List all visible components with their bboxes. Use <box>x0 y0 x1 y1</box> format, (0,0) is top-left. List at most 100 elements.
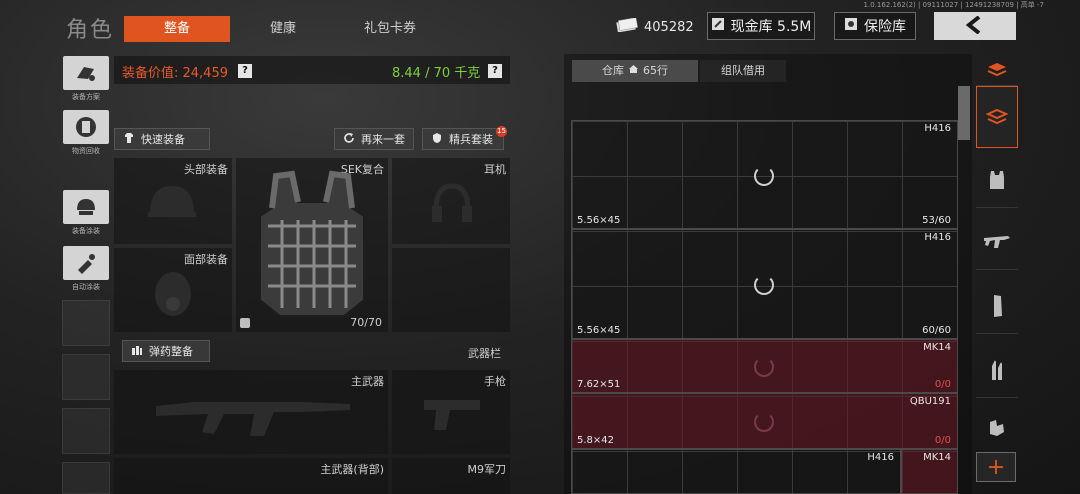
head-slot[interactable]: 头部装备 <box>114 158 232 244</box>
tab-team-borrow[interactable]: 组队借用 <box>700 60 786 82</box>
banknote-icon <box>616 17 639 36</box>
slot-label: 手枪 <box>484 375 506 388</box>
side-label: 装备方案 <box>72 93 100 101</box>
weapons-bar-label: 武器栏 <box>468 347 501 360</box>
recycle-button[interactable]: 物资回收 <box>62 110 110 156</box>
elite-set-button[interactable]: 精兵套装 <box>422 128 504 150</box>
notification-badge: 15 <box>496 126 507 137</box>
ammo-label: 弹药整备 <box>149 345 193 358</box>
tab-warehouse[interactable]: 仓库 65行 <box>572 60 698 82</box>
face-slot[interactable]: 面部装备 <box>114 248 232 332</box>
item-name: H416 <box>924 232 951 243</box>
quick-equip-label: 快速装备 <box>141 133 185 146</box>
cash-vault-button[interactable]: 现金库 5.5M <box>707 12 815 40</box>
quick-equip-button[interactable]: 快速装备 <box>114 128 210 150</box>
warehouse-label: 仓库 <box>602 64 624 77</box>
item-caliber: 5.56×45 <box>577 215 621 226</box>
tab-health[interactable]: 健康 <box>236 16 330 42</box>
pistol-slot[interactable]: 手枪 <box>392 370 510 454</box>
safe-icon <box>844 17 858 35</box>
assault-rifle-icon <box>156 402 350 436</box>
item-name: MK14 <box>923 452 951 463</box>
auto-skin-button[interactable]: 自动涂装 <box>62 246 110 292</box>
rifle-icon <box>984 235 1010 248</box>
headset-icon <box>432 183 472 222</box>
cash-vault-label: 现金库 5.5M <box>730 19 812 35</box>
item-name: H416 <box>924 123 951 134</box>
armor-vest-icon <box>990 170 1004 189</box>
tab-loadout[interactable]: 整备 <box>124 16 230 42</box>
headset-slot[interactable]: 耳机 <box>392 158 510 244</box>
loadout-plan-button[interactable]: 装备方案 <box>62 56 110 102</box>
shirt-icon <box>123 132 135 147</box>
storage-item[interactable]: H416 <box>571 449 901 494</box>
slot-label: 主武器(背部) <box>320 463 384 476</box>
empty-equip-slot[interactable] <box>392 248 510 332</box>
armor-type-icon <box>240 318 250 328</box>
currency-amount: 405282 <box>644 19 694 35</box>
value-help-icon[interactable]: ? <box>238 64 252 78</box>
loading-icon <box>754 275 774 295</box>
add-button[interactable]: + <box>976 452 1016 482</box>
melee-slot[interactable]: M9军刀 <box>392 458 510 494</box>
body-armor-icon <box>259 170 365 317</box>
magazine-icon <box>994 294 1002 317</box>
equip-skin-button[interactable]: 装备涂装 <box>62 190 110 236</box>
pistol-icon <box>424 400 480 430</box>
weight-help-icon[interactable]: ? <box>488 64 502 78</box>
armor-slot[interactable]: SEK复合 70/70 <box>236 158 388 332</box>
recycle-icon <box>63 110 109 144</box>
helmet-skin-icon <box>63 190 109 224</box>
scrollbar[interactable] <box>958 86 970 140</box>
shield-icon <box>431 132 443 147</box>
chevron-left-icon <box>965 14 985 37</box>
category-magazines[interactable] <box>976 278 1018 334</box>
item-count: 60/60 <box>922 325 951 336</box>
slot-label: 主武器 <box>351 375 384 388</box>
equipment-value: 装备价值: 24,459 <box>122 66 228 81</box>
slot-label: 面部装备 <box>184 253 228 266</box>
primary-weapon-slot[interactable]: 主武器 <box>114 370 388 454</box>
loading-icon <box>754 412 774 432</box>
currency-display: 405282 <box>616 14 694 40</box>
storage-item[interactable]: QBU191 5.8×42 0/0 <box>571 393 958 449</box>
elite-set-label: 精兵套装 <box>449 133 493 146</box>
item-name: MK14 <box>923 342 951 353</box>
safe-label: 保险库 <box>864 19 906 35</box>
side-label: 物资回收 <box>72 147 100 155</box>
item-count: 0/0 <box>934 435 951 446</box>
helmet-icon <box>148 186 196 217</box>
item-count: 0/0 <box>934 379 951 390</box>
empty-side-slot <box>62 354 110 400</box>
ammo-button[interactable]: 弹药整备 <box>122 340 210 362</box>
version-info: 1.0.162.162(2) | 09111027 | 12491238709 … <box>863 1 1044 9</box>
armor-durability: 70/70 <box>350 316 382 329</box>
page-title: 角色 <box>66 18 115 43</box>
item-count: 53/60 <box>922 215 951 226</box>
item-name: QBU191 <box>909 396 951 407</box>
storage-item[interactable]: MK14 7.62×51 0/0 <box>571 339 958 393</box>
repeat-set-button[interactable]: 再来一套 <box>334 128 414 150</box>
category-armor[interactable] <box>976 152 1018 208</box>
storage-item[interactable]: MK14 <box>901 449 958 494</box>
safe-button[interactable]: 保险库 <box>834 12 916 40</box>
side-label: 自动涂装 <box>72 283 100 291</box>
equipment-weight: 8.44 / 70 千克 <box>392 66 481 81</box>
storage-item[interactable]: H416 5.56×45 60/60 <box>571 229 958 339</box>
stack-icon <box>986 108 1008 125</box>
back-button[interactable] <box>934 12 1016 40</box>
gear-icon <box>990 420 1004 436</box>
empty-side-slot <box>62 300 110 346</box>
category-ammo[interactable] <box>976 342 1018 398</box>
repeat-set-label: 再来一套 <box>361 133 405 146</box>
storage-item[interactable]: H416 5.56×45 53/60 <box>571 120 958 229</box>
back-weapon-slot[interactable]: 主武器(背部) <box>114 458 388 494</box>
category-all-items[interactable] <box>976 86 1018 148</box>
gas-mask-icon <box>155 272 191 316</box>
empty-side-slot <box>62 408 110 454</box>
category-gear[interactable] <box>976 406 1018 450</box>
side-label: 装备涂装 <box>72 227 100 235</box>
all-category-icon[interactable] <box>976 54 1018 86</box>
category-weapons[interactable] <box>976 214 1018 270</box>
tab-gift-coupons[interactable]: 礼包卡券 <box>340 16 440 42</box>
